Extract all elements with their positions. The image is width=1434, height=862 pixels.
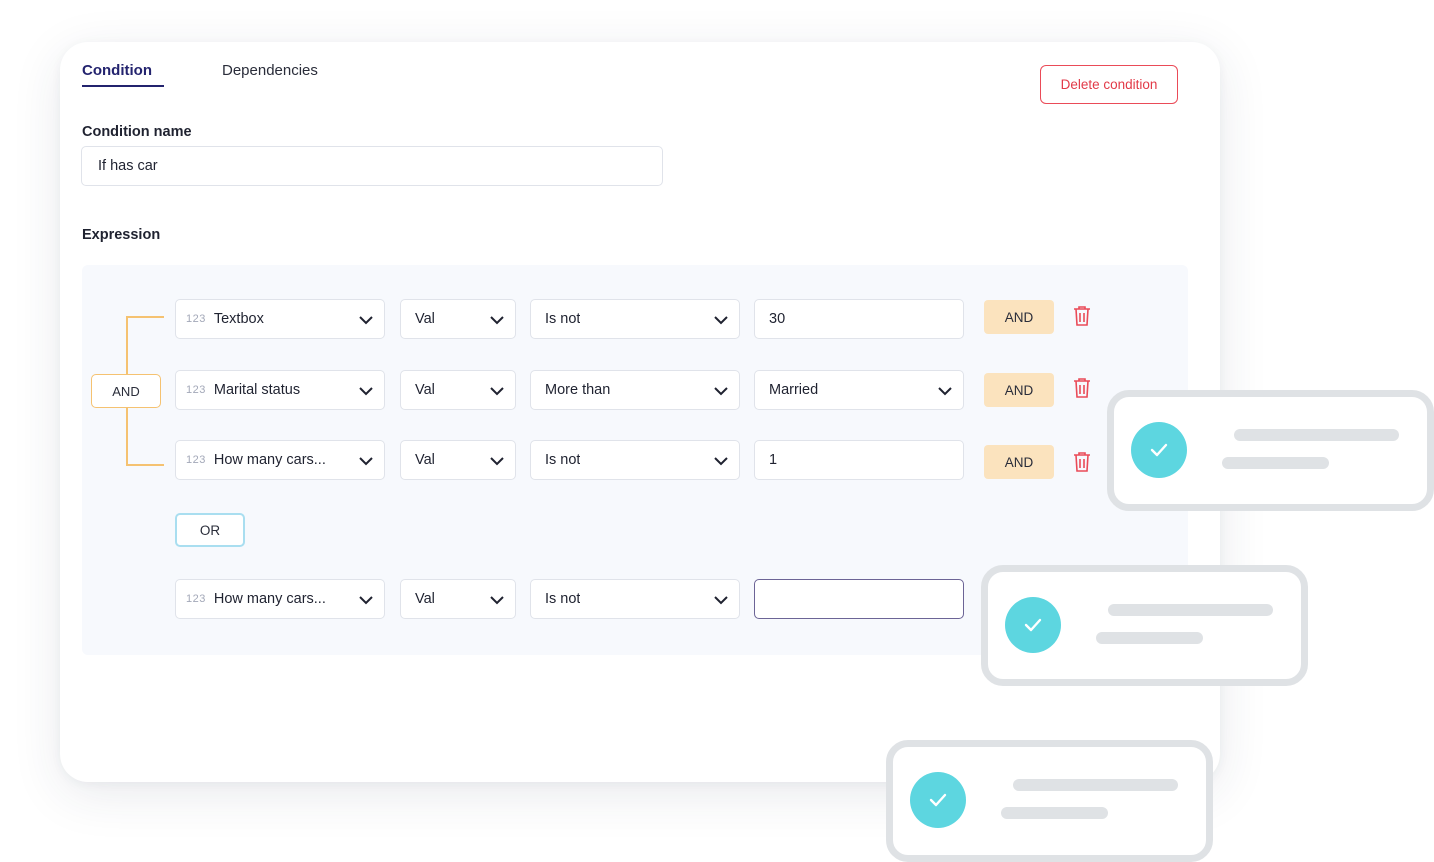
placeholder-line: [1001, 807, 1108, 819]
number-type-icon: 123: [186, 313, 206, 325]
and-chip[interactable]: AND: [984, 300, 1054, 334]
val-select[interactable]: Val: [400, 370, 516, 410]
value-input[interactable]: 30: [754, 299, 964, 339]
delete-condition-button[interactable]: Delete condition: [1040, 65, 1178, 104]
field-select[interactable]: 123 How many cars...: [175, 579, 385, 619]
chevron-down-icon: [490, 457, 504, 466]
val-select-value: Val: [415, 591, 435, 607]
placeholder-line: [1013, 779, 1178, 791]
chevron-down-icon: [938, 387, 952, 396]
val-select[interactable]: Val: [400, 440, 516, 480]
value-input[interactable]: 1: [754, 440, 964, 480]
trash-icon[interactable]: [1073, 305, 1091, 327]
check-circle-icon: [910, 772, 966, 828]
and-chip[interactable]: AND: [984, 373, 1054, 407]
group-bracket-top: [126, 316, 164, 376]
chevron-down-icon: [490, 316, 504, 325]
val-select-value: Val: [415, 452, 435, 468]
number-type-icon: 123: [186, 384, 206, 396]
operator-select[interactable]: Is not: [530, 440, 740, 480]
field-select-value: How many cars...: [213, 452, 326, 468]
operator-select[interactable]: Is not: [530, 299, 740, 339]
chevron-down-icon: [359, 316, 373, 325]
placeholder-line: [1108, 604, 1273, 616]
field-select[interactable]: 123 Textbox: [175, 299, 385, 339]
chevron-down-icon: [714, 457, 728, 466]
value-input-focused[interactable]: [754, 579, 964, 619]
chevron-down-icon: [714, 596, 728, 605]
value-input-text: 30: [769, 311, 786, 327]
trash-icon[interactable]: [1073, 377, 1091, 399]
chevron-down-icon: [490, 387, 504, 396]
number-type-icon: 123: [186, 454, 206, 466]
success-card: [1107, 390, 1434, 511]
placeholder-line: [1096, 632, 1203, 644]
active-tab-indicator: [82, 85, 164, 87]
val-select-value: Val: [415, 311, 435, 327]
chevron-down-icon: [714, 316, 728, 325]
field-select-value: How many cars...: [213, 591, 326, 607]
operator-select-value: Is not: [545, 452, 581, 468]
field-select-value: Marital status: [213, 382, 301, 398]
operator-select-value: Is not: [545, 591, 581, 607]
condition-name-input[interactable]: If has car: [81, 146, 663, 186]
tab-condition[interactable]: Condition: [82, 62, 152, 79]
group-operator-and[interactable]: AND: [91, 374, 161, 408]
operator-select[interactable]: Is not: [530, 579, 740, 619]
chevron-down-icon: [359, 457, 373, 466]
placeholder-line: [1234, 429, 1399, 441]
trash-icon[interactable]: [1073, 451, 1091, 473]
chevron-down-icon: [359, 596, 373, 605]
value-input-text: 1: [769, 452, 778, 468]
field-select[interactable]: 123 Marital status: [175, 370, 385, 410]
condition-name-label: Condition name: [82, 124, 192, 140]
chevron-down-icon: [359, 387, 373, 396]
field-select[interactable]: 123 How many cars...: [175, 440, 385, 480]
and-chip[interactable]: AND: [984, 445, 1054, 479]
expression-label: Expression: [82, 227, 161, 243]
field-select-value: Textbox: [213, 311, 264, 327]
operator-select-value: Is not: [545, 311, 581, 327]
number-type-icon: 123: [186, 593, 206, 605]
check-circle-icon: [1005, 597, 1061, 653]
tab-dependencies[interactable]: Dependencies: [222, 62, 318, 79]
or-button[interactable]: OR: [175, 513, 245, 547]
condition-name-value: If has car: [98, 158, 158, 174]
check-circle-icon: [1131, 422, 1187, 478]
group-bracket-bottom: [126, 408, 164, 466]
success-card: [886, 740, 1213, 862]
value-select-value: Married: [769, 382, 819, 398]
value-select[interactable]: Married: [754, 370, 964, 410]
val-select-value: Val: [415, 382, 435, 398]
success-card: [981, 565, 1308, 686]
chevron-down-icon: [714, 387, 728, 396]
operator-select[interactable]: More than: [530, 370, 740, 410]
val-select[interactable]: Val: [400, 579, 516, 619]
chevron-down-icon: [490, 596, 504, 605]
val-select[interactable]: Val: [400, 299, 516, 339]
placeholder-line: [1222, 457, 1329, 469]
operator-select-value: More than: [545, 382, 611, 398]
